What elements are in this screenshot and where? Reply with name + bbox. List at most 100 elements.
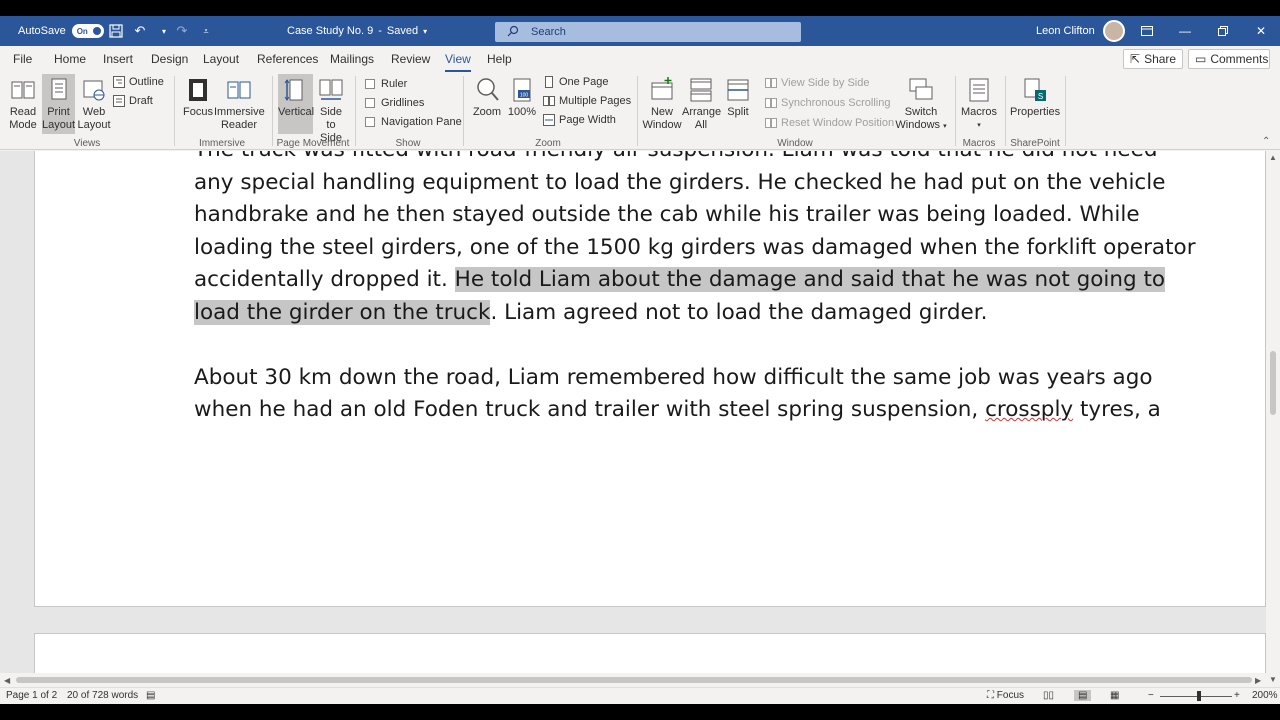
immersive-reader-icon xyxy=(227,81,251,99)
undo-dropdown-icon[interactable]: ▾ xyxy=(156,23,172,39)
properties-icon: S xyxy=(1024,78,1046,101)
autosave[interactable]: AutoSave On xyxy=(18,16,104,46)
page: The truck was fitted with road-friendly … xyxy=(34,151,1266,607)
draft-button[interactable]: Draft xyxy=(113,95,153,107)
zoom-100-button[interactable]: 100 100% xyxy=(506,76,538,119)
navigation-pane-label: Navigation Pane xyxy=(381,116,462,128)
divider xyxy=(355,76,356,146)
read-mode-button[interactable]: Read Mode xyxy=(6,76,40,132)
scroll-down-icon[interactable]: ▼ xyxy=(1269,675,1277,684)
proofing-icon[interactable]: ▤ xyxy=(146,690,155,701)
close-icon[interactable]: ✕ xyxy=(1242,16,1280,46)
collapse-ribbon-icon[interactable]: ⌃ xyxy=(1262,136,1270,147)
arrange-all-label-2: All xyxy=(694,119,708,131)
restore-icon[interactable] xyxy=(1204,16,1242,46)
switch-windows-button[interactable]: Switch Windows ▾ xyxy=(894,76,948,133)
document-body[interactable]: The truck was fitted with road-friendly … xyxy=(194,151,1254,427)
comments-button[interactable]: ▭ Comments xyxy=(1188,49,1270,69)
focus-button[interactable]: Focus xyxy=(182,76,214,119)
document-title[interactable]: Case Study No. 9 - Saved ▾ xyxy=(287,16,427,46)
redo-icon[interactable]: ↷ xyxy=(174,23,190,39)
tab-file[interactable]: File xyxy=(13,52,32,72)
minimize-icon[interactable]: — xyxy=(1166,16,1204,46)
view-side-by-side-button[interactable]: View Side by Side xyxy=(765,77,869,89)
tab-mailings[interactable]: Mailings xyxy=(330,52,374,72)
tab-review[interactable]: Review xyxy=(391,52,430,72)
reset-window-position-button[interactable]: Reset Window Position xyxy=(765,117,894,129)
focus-mode-button[interactable]: ⛶ Focus xyxy=(987,690,1024,701)
arrange-all-button[interactable]: Arrange All xyxy=(682,76,721,132)
navigation-pane-checkbox[interactable]: Navigation Pane xyxy=(365,116,462,128)
zoom-slider-thumb[interactable] xyxy=(1197,691,1201,701)
tab-references[interactable]: References xyxy=(257,52,318,72)
ribbon: Read Mode Print Layout Web Layout Outlin… xyxy=(0,72,1280,150)
user-account[interactable]: Leon Clifton xyxy=(1036,16,1125,46)
zoom-button[interactable]: Zoom xyxy=(470,76,504,119)
web-layout-view-icon[interactable]: ▦ xyxy=(1110,690,1119,701)
tab-insert[interactable]: Insert xyxy=(103,52,133,72)
new-window-icon xyxy=(651,77,673,100)
ruler-checkbox[interactable]: Ruler xyxy=(365,78,407,90)
navigation-pane-check-box[interactable] xyxy=(365,117,375,127)
save-icon[interactable] xyxy=(108,23,124,39)
page-count[interactable]: Page 1 of 2 xyxy=(6,690,57,701)
macros-button[interactable]: Macros ▾ xyxy=(960,76,998,132)
gridlines-check-box[interactable] xyxy=(365,98,375,108)
zoom-out-icon[interactable]: − xyxy=(1148,690,1154,701)
immersive-reader-button[interactable]: Immersive Reader xyxy=(214,76,265,132)
print-layout-view-icon[interactable]: ▤ xyxy=(1074,690,1092,701)
scrollbar-thumb[interactable] xyxy=(1270,351,1276,415)
tab-view[interactable]: View xyxy=(445,52,471,72)
web-layout-label-2: Layout xyxy=(77,119,111,131)
synchronous-scrolling-button[interactable]: Synchronous Scrolling xyxy=(765,97,890,109)
gridlines-checkbox[interactable]: Gridlines xyxy=(365,97,424,109)
selected-text: He told Liam about the damage and said t… xyxy=(454,267,1166,292)
zoom-100-label: 100% xyxy=(507,106,537,118)
focus-mode-label: Focus xyxy=(996,690,1025,701)
properties-button[interactable]: S Properties xyxy=(1010,76,1060,119)
new-window-button[interactable]: New Window xyxy=(642,76,682,132)
outline-button[interactable]: Outline xyxy=(113,76,164,88)
tab-home[interactable]: Home xyxy=(54,52,86,72)
text-span: accidentally dropped it. xyxy=(194,267,455,292)
tab-help[interactable]: Help xyxy=(487,52,512,72)
reset-window-position-label: Reset Window Position xyxy=(781,117,895,129)
zoom-in-icon[interactable]: + xyxy=(1234,690,1240,701)
split-button[interactable]: Split xyxy=(721,76,755,119)
read-mode-view-icon[interactable]: ▯▯ xyxy=(1043,690,1054,701)
page xyxy=(34,633,1266,673)
text-span: tyres, a xyxy=(1073,397,1161,422)
scroll-right-icon[interactable]: ▶ xyxy=(1255,676,1261,685)
window-group-label: Window xyxy=(777,138,813,149)
word-count[interactable]: 20 of 728 words xyxy=(67,690,138,701)
scrollbar-thumb[interactable] xyxy=(16,677,1252,683)
vertical-scrollbar[interactable]: ▲ ▼ xyxy=(1266,151,1280,689)
side-to-side-button[interactable]: Side to Side xyxy=(314,76,348,145)
search-icon xyxy=(503,25,523,40)
tab-design[interactable]: Design xyxy=(151,52,188,72)
scroll-up-icon[interactable]: ▲ xyxy=(1269,153,1277,162)
vertical-button[interactable]: Vertical xyxy=(278,74,314,134)
ruler-check-box[interactable] xyxy=(365,79,375,89)
scroll-left-icon[interactable]: ◀ xyxy=(4,676,10,685)
zoom-slider[interactable] xyxy=(1160,696,1232,697)
tab-layout[interactable]: Layout xyxy=(203,52,239,72)
horizontal-scrollbar[interactable]: ◀ ▶ xyxy=(0,673,1266,687)
zoom-group-label: Zoom xyxy=(535,138,561,149)
customize-qat-icon[interactable]: ⩡ xyxy=(198,23,214,39)
multiple-pages-button[interactable]: Multiple Pages xyxy=(543,95,631,107)
selected-text: load the girder on the truck xyxy=(194,299,491,325)
undo-icon[interactable]: ↶ xyxy=(132,23,148,39)
title-dropdown-icon: ▾ xyxy=(423,26,428,36)
one-page-button[interactable]: One Page xyxy=(543,76,609,88)
search-input[interactable]: Search xyxy=(495,22,801,42)
print-layout-button[interactable]: Print Layout xyxy=(42,74,75,134)
svg-text:S: S xyxy=(1038,92,1043,101)
share-button[interactable]: ⇱ Share xyxy=(1123,49,1183,69)
spelling-error-text[interactable]: crossply xyxy=(985,397,1073,422)
web-layout-button[interactable]: Web Layout xyxy=(77,76,111,132)
ribbon-display-options-icon[interactable] xyxy=(1128,16,1166,46)
page-width-button[interactable]: Page Width xyxy=(543,114,616,126)
autosave-toggle[interactable]: On xyxy=(71,24,104,38)
zoom-level[interactable]: 200% xyxy=(1252,690,1278,701)
